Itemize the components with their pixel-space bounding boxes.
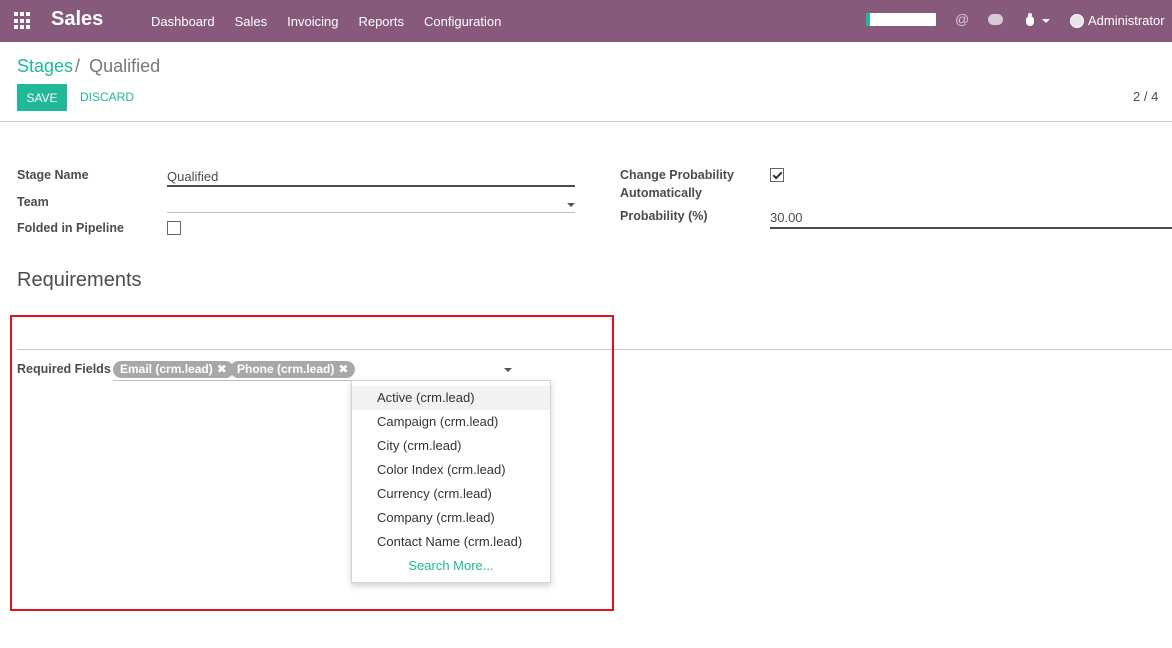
menu-invoicing[interactable]: Invoicing (277, 14, 348, 29)
at-icon[interactable]: @ (955, 11, 969, 27)
bug-icon[interactable] (1024, 12, 1036, 27)
chat-icon[interactable] (988, 14, 1003, 25)
tag-phone-label: Phone (crm.lead) (237, 362, 335, 376)
menu-sales[interactable]: Sales (225, 14, 278, 29)
team-select[interactable] (167, 196, 567, 212)
tag-phone: Phone (crm.lead) ✖ (230, 361, 356, 378)
user-menu[interactable]: Administrator (1088, 13, 1165, 28)
dropdown-item[interactable]: Currency (crm.lead) (352, 482, 550, 506)
dropdown-item[interactable]: Campaign (crm.lead) (352, 410, 550, 434)
tag-email-label: Email (crm.lead) (120, 362, 213, 376)
search-more-link[interactable]: Search More... (352, 554, 550, 578)
divider (0, 121, 1172, 122)
tag-email: Email (crm.lead) ✖ (113, 361, 234, 378)
breadcrumb: Stages / Qualified (17, 56, 160, 77)
top-navbar: Sales Dashboard Sales Invoicing Reports … (0, 0, 1172, 42)
app-name: Sales (51, 8, 104, 30)
stage-name-underline (167, 185, 575, 187)
check-icon (772, 169, 783, 180)
team-underline (167, 212, 575, 213)
dropdown-item[interactable]: City (crm.lead) (352, 434, 550, 458)
dropdown-item[interactable]: Contact Name (crm.lead) (352, 530, 550, 554)
required-fields-label: Required Fields (17, 362, 111, 376)
team-dropdown-icon[interactable] (567, 203, 575, 207)
menu-reports[interactable]: Reports (348, 14, 414, 29)
dropdown-item[interactable]: Active (crm.lead) (352, 386, 550, 410)
team-label: Team (17, 195, 49, 209)
folded-checkbox[interactable] (167, 221, 181, 235)
probability-input[interactable]: 30.00 (770, 210, 803, 225)
stage-name-input[interactable]: Qualified (167, 169, 218, 184)
breadcrumb-separator: / (75, 56, 81, 76)
remove-tag-email-icon[interactable]: ✖ (217, 362, 227, 376)
dropdown-item[interactable]: Company (crm.lead) (352, 506, 550, 530)
requirements-title: Requirements (17, 269, 142, 291)
main-menu: Dashboard Sales Invoicing Reports Config… (141, 0, 511, 42)
dropdown-item[interactable]: Color Index (crm.lead) (352, 458, 550, 482)
discard-button[interactable]: Discard (80, 84, 134, 111)
remove-tag-phone-icon[interactable]: ✖ (338, 362, 348, 376)
change-probability-checkbox[interactable] (770, 168, 784, 182)
menu-configuration[interactable]: Configuration (414, 14, 511, 29)
change-probability-label: Change Probability (620, 168, 734, 182)
probability-label: Probability (%) (620, 209, 708, 223)
progress-bar[interactable] (866, 13, 936, 26)
avatar[interactable] (1070, 14, 1084, 28)
probability-underline (770, 227, 1172, 229)
menu-dashboard[interactable]: Dashboard (141, 14, 225, 29)
pager-value[interactable]: 2 / 4 (1133, 89, 1158, 104)
stage-name-label: Stage Name (17, 168, 89, 182)
chevron-down-icon[interactable] (1042, 19, 1050, 23)
progress-bar-fill (866, 13, 871, 26)
change-probability-label-2: Automatically (620, 186, 702, 200)
autocomplete-dropdown: Active (crm.lead) Campaign (crm.lead) Ci… (351, 380, 551, 583)
apps-grid-icon[interactable] (14, 12, 32, 30)
required-fields-dropdown-icon[interactable] (504, 368, 512, 372)
breadcrumb-stages[interactable]: Stages (17, 56, 73, 76)
section-divider (17, 349, 1172, 350)
save-button[interactable]: Save (17, 84, 67, 111)
breadcrumb-current: Qualified (89, 56, 161, 76)
folded-label: Folded in Pipeline (17, 221, 124, 235)
